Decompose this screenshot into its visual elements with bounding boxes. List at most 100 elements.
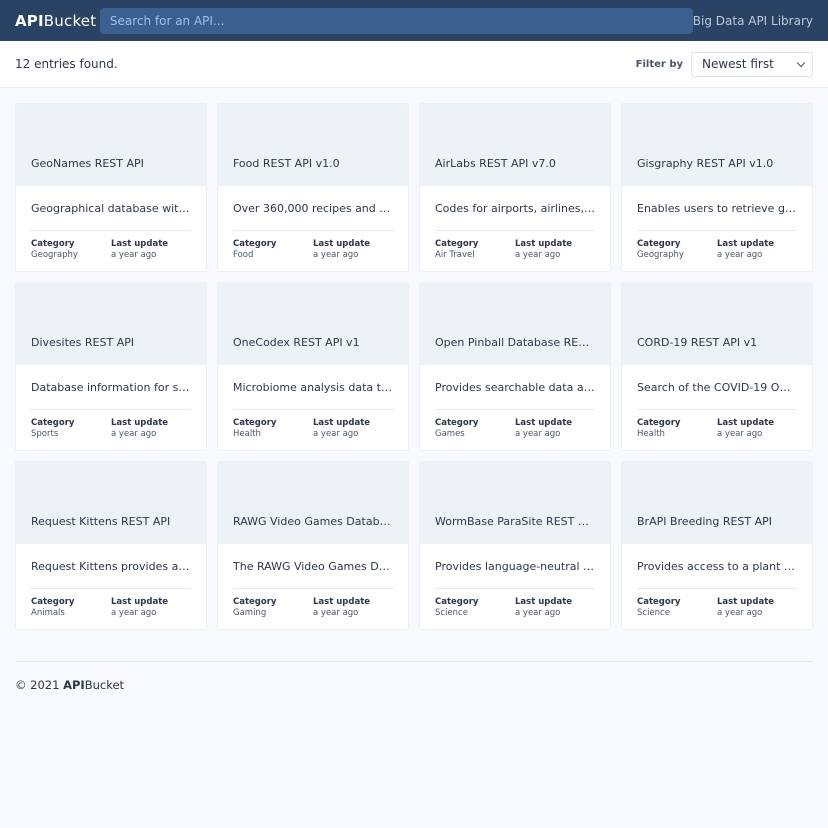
- category-value: Gaming: [233, 608, 267, 618]
- api-card[interactable]: CORD-19 REST API v1 Search of the COVID-…: [621, 282, 813, 451]
- last-update-label: Last update: [515, 597, 573, 607]
- last-update-label: Last update: [111, 239, 169, 249]
- card-title[interactable]: AirLabs REST API v7.0: [435, 157, 595, 170]
- card-header: WormBase ParaSite REST API: [420, 462, 610, 544]
- entries-count: 12 entries found.: [15, 57, 118, 71]
- card-title[interactable]: Food REST API v1.0: [233, 157, 393, 170]
- card-divider: [233, 230, 393, 231]
- card-header: OneCodex REST API v1: [218, 283, 408, 365]
- card-description: Over 360,000 recipes and 80,000 food pro…: [233, 202, 393, 215]
- sort-select[interactable]: Newest first: [691, 51, 813, 77]
- last-update-value: a year ago: [515, 250, 561, 260]
- card-title[interactable]: RAWG Video Games Database REST API: [233, 515, 393, 528]
- logo[interactable]: APIBucket: [15, 12, 100, 30]
- category-label: Category: [435, 418, 479, 428]
- category-block: Category Animals: [31, 597, 111, 619]
- category-value: Science: [435, 608, 468, 618]
- category-label: Category: [233, 597, 277, 607]
- card-header: Divesites REST API: [16, 283, 206, 365]
- card-title[interactable]: CORD-19 REST API v1: [637, 336, 797, 349]
- card-description: Search of the COVID-19 Open Research Dat…: [637, 381, 797, 394]
- card-title[interactable]: WormBase ParaSite REST API: [435, 515, 595, 528]
- card-meta: Category Animals Last update a year ago: [31, 597, 191, 619]
- card-divider: [31, 230, 191, 231]
- card-title[interactable]: OneCodex REST API v1: [233, 336, 393, 349]
- category-block: Category Food: [233, 239, 313, 261]
- card-title[interactable]: Divesites REST API: [31, 336, 191, 349]
- api-card[interactable]: Request Kittens REST API Request Kittens…: [15, 461, 207, 630]
- card-meta: Category Science Last update a year ago: [435, 597, 595, 619]
- category-value: Health: [233, 429, 261, 439]
- card-body: Provides language-neutral programmatic a…: [420, 560, 610, 619]
- api-card[interactable]: GeoNames REST API Geographical database …: [15, 103, 207, 272]
- logo-rest: Bucket: [43, 11, 97, 30]
- card-meta: Category Geography Last update a year ag…: [637, 239, 797, 261]
- nav-tagline: Big Data API Library: [692, 13, 813, 28]
- logo-bold: API: [15, 11, 44, 30]
- card-meta: Category Food Last update a year ago: [233, 239, 393, 261]
- card-title[interactable]: GeoNames REST API: [31, 157, 191, 170]
- card-body: Provides searchable data about pinball m…: [420, 381, 610, 440]
- results-toolbar: 12 entries found. Filter by Newest first: [0, 41, 828, 88]
- card-header: Food REST API v1.0: [218, 104, 408, 186]
- api-card[interactable]: Gisgraphy REST API v1.0 Enables users to…: [621, 103, 813, 272]
- last-update-block: Last update a year ago: [717, 239, 797, 261]
- last-update-value: a year ago: [515, 608, 561, 618]
- category-value: Science: [637, 608, 670, 618]
- last-update-block: Last update a year ago: [717, 418, 797, 440]
- last-update-label: Last update: [717, 418, 775, 428]
- card-body: Codes for airports, airlines, cities and…: [420, 202, 610, 261]
- category-block: Category Health: [637, 418, 717, 440]
- last-update-value: a year ago: [313, 608, 359, 618]
- category-value: Sports: [31, 429, 59, 439]
- last-update-value: a year ago: [717, 429, 763, 439]
- last-update-label: Last update: [717, 597, 775, 607]
- last-update-value: a year ago: [111, 608, 157, 618]
- last-update-value: a year ago: [717, 250, 763, 260]
- category-label: Category: [233, 239, 277, 249]
- api-card[interactable]: Food REST API v1.0 Over 360,000 recipes …: [217, 103, 409, 272]
- footer: © 2021 APIBucket: [0, 662, 828, 708]
- card-title[interactable]: Open Pinball Database REST API: [435, 336, 595, 349]
- category-block: Category Air Travel: [435, 239, 515, 261]
- last-update-value: a year ago: [111, 250, 157, 260]
- api-card[interactable]: OneCodex REST API v1 Microbiome analysis…: [217, 282, 409, 451]
- footer-copyright: © 2021: [15, 678, 60, 692]
- card-meta: Category Health Last update a year ago: [637, 418, 797, 440]
- last-update-value: a year ago: [313, 429, 359, 439]
- category-value: Animals: [31, 608, 65, 618]
- category-block: Category Sports: [31, 418, 111, 440]
- last-update-block: Last update a year ago: [515, 239, 595, 261]
- card-title[interactable]: BrAPI Breeding REST API: [637, 515, 797, 528]
- category-block: Category Science: [637, 597, 717, 619]
- card-divider: [435, 588, 595, 589]
- category-value: Geography: [31, 250, 78, 260]
- card-divider: [637, 409, 797, 410]
- card-header: Request Kittens REST API: [16, 462, 206, 544]
- card-header: BrAPI Breeding REST API: [622, 462, 812, 544]
- category-label: Category: [31, 418, 75, 428]
- card-description: Provides language-neutral programmatic a…: [435, 560, 595, 573]
- api-card[interactable]: WormBase ParaSite REST API Provides lang…: [419, 461, 611, 630]
- card-title[interactable]: Request Kittens REST API: [31, 515, 191, 528]
- card-body: Request Kittens provides a random cat im…: [16, 560, 206, 619]
- card-body: Over 360,000 recipes and 80,000 food pro…: [218, 202, 408, 261]
- category-value: Food: [233, 250, 254, 260]
- card-description: Provides access to a plant data resource: [637, 560, 797, 573]
- api-card[interactable]: BrAPI Breeding REST API Provides access …: [621, 461, 813, 630]
- api-card[interactable]: Open Pinball Database REST API Provides …: [419, 282, 611, 451]
- category-block: Category Health: [233, 418, 313, 440]
- card-title[interactable]: Gisgraphy REST API v1.0: [637, 157, 797, 170]
- api-card[interactable]: Divesites REST API Database information …: [15, 282, 207, 451]
- card-divider: [435, 230, 595, 231]
- last-update-label: Last update: [515, 418, 573, 428]
- card-description: Enables users to retrieve geolocation da…: [637, 202, 797, 215]
- card-body: Enables users to retrieve geolocation da…: [622, 202, 812, 261]
- card-divider: [233, 409, 393, 410]
- search-input[interactable]: [99, 7, 693, 34]
- api-card[interactable]: AirLabs REST API v7.0 Codes for airports…: [419, 103, 611, 272]
- api-card[interactable]: RAWG Video Games Database REST API The R…: [217, 461, 409, 630]
- filter-label: Filter by: [635, 58, 683, 70]
- footer-brand-bold: API: [63, 678, 85, 692]
- card-body: Database information for scuba dive site…: [16, 381, 206, 440]
